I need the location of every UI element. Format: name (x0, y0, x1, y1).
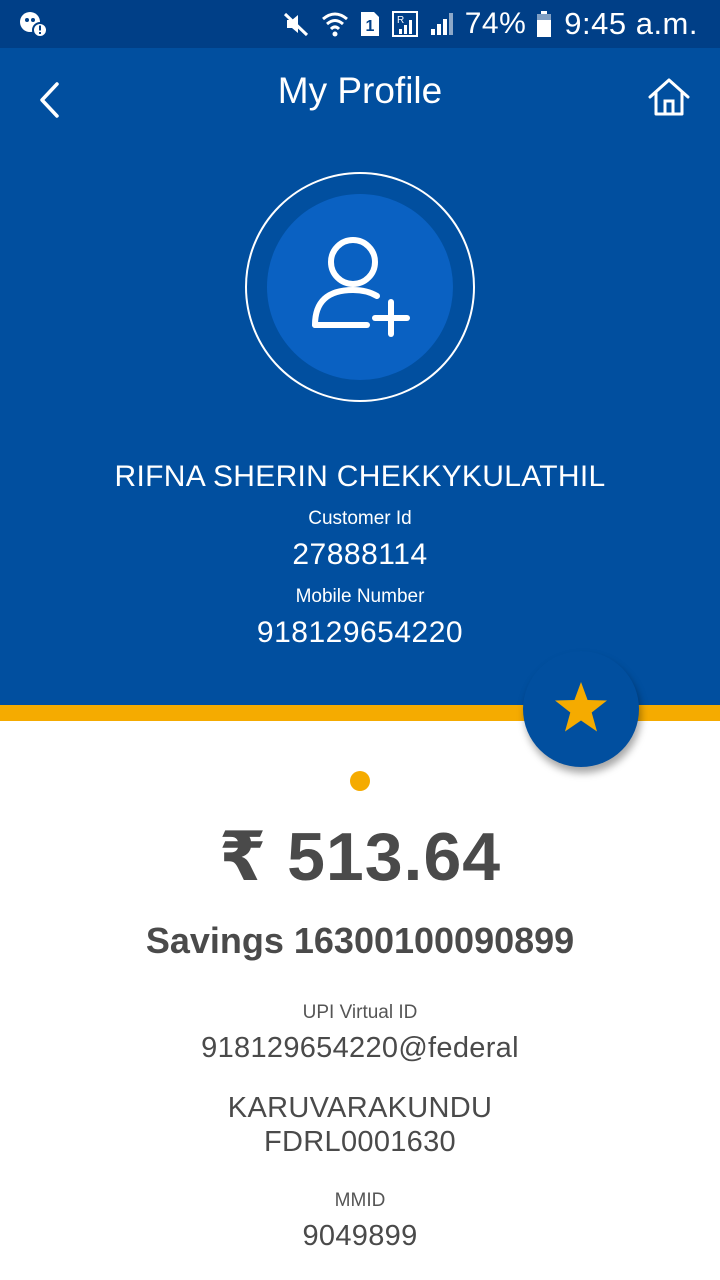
sim-label: 1 (365, 18, 374, 35)
mute-icon (281, 0, 311, 48)
battery-percent: 74% (464, 7, 527, 40)
customer-name: RIFNA SHERIN CHEKKYKULATHIL (114, 460, 606, 493)
page-title: My Profile (277, 70, 443, 111)
upi-id-label: UPI Virtual ID (302, 1002, 418, 1023)
account-number: Savings 16300100090899 (145, 920, 575, 961)
home-icon (647, 77, 691, 122)
add-photo-button[interactable] (267, 194, 453, 380)
roaming-signal-icon: R (391, 0, 419, 48)
home-button[interactable] (644, 74, 694, 124)
customer-id-label: Customer Id (308, 508, 412, 529)
notification-icon (18, 9, 48, 39)
avatar (245, 172, 475, 402)
page-indicator-dot (350, 771, 370, 791)
svg-text:R: R (397, 15, 404, 26)
ifsc-code: FDRL0001630 (264, 1126, 456, 1158)
wifi-icon (321, 0, 349, 48)
star-icon (553, 680, 609, 739)
mobile-number-label: Mobile Number (295, 586, 425, 607)
upi-id-value: 918129654220@federal (201, 1032, 519, 1064)
add-user-icon (305, 230, 415, 345)
status-bar: 1 R 74% 9:45 a.m. (0, 0, 720, 48)
branch-name: KARUVARAKUNDU (227, 1092, 493, 1124)
mobile-number-value: 918129654220 (256, 616, 464, 649)
sim-icon: 1 (359, 0, 381, 48)
mmid-label: MMID (334, 1190, 386, 1211)
status-icons: 1 R 74% 9:45 a.m. (281, 0, 698, 48)
account-balance: ₹ 513.64 (218, 819, 502, 895)
battery-icon (536, 0, 552, 48)
clock: 9:45 a.m. (564, 6, 698, 41)
profile-header: My Profile RIFNA SHERIN CHEKKYKULATHIL C… (0, 48, 720, 705)
signal-icon (429, 0, 455, 48)
mmid-value: 9049899 (302, 1220, 418, 1252)
customer-id-value: 27888114 (292, 538, 428, 571)
favorite-button[interactable] (523, 651, 639, 767)
